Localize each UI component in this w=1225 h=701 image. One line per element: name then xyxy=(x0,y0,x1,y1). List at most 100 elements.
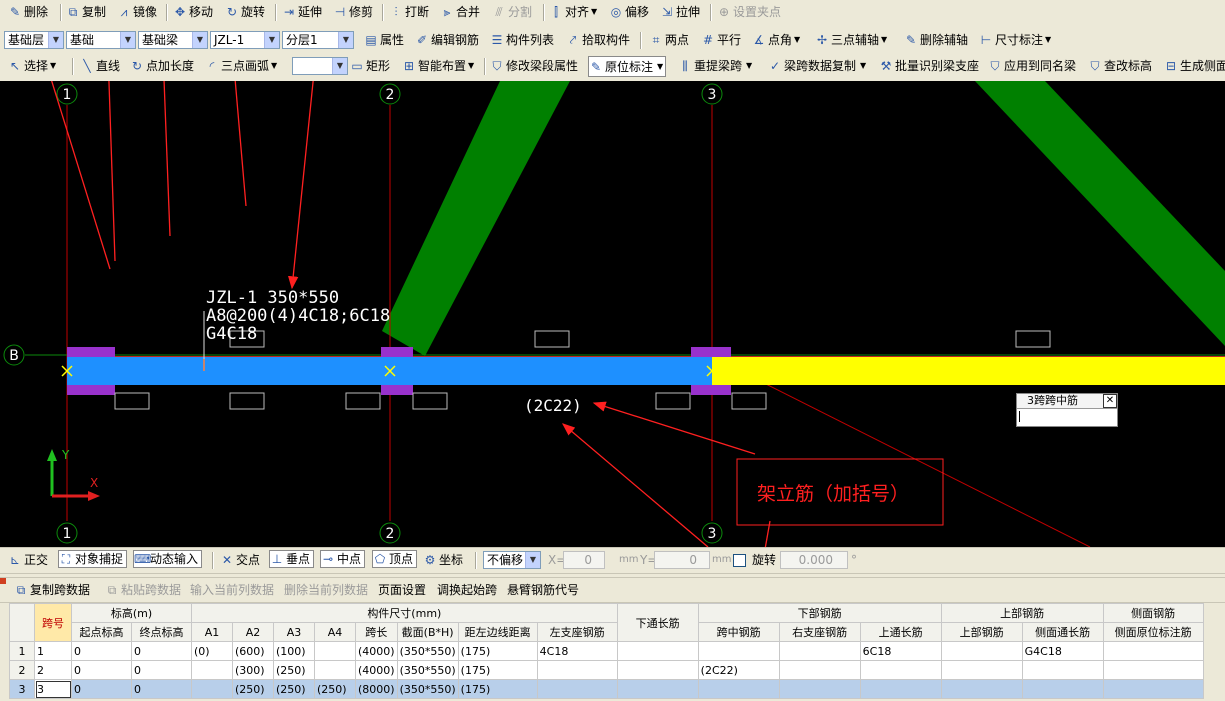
rect-button[interactable]: ▭ 矩形 xyxy=(350,57,390,75)
apply-icon: ⛉ xyxy=(990,59,1000,73)
rotate-button[interactable]: ↻ 旋转 xyxy=(225,3,265,21)
edit-rebar-button[interactable]: ✐ 编辑钢筋 xyxy=(415,31,479,49)
popup-input[interactable] xyxy=(1017,409,1117,423)
y-input[interactable]: 0 xyxy=(654,551,710,569)
extend-button[interactable]: ⇥ 延伸 xyxy=(282,3,322,21)
svg-text:Y: Y xyxy=(61,448,70,462)
offset-icon: ◎ xyxy=(610,5,622,19)
midpoint-icon: ⊸ xyxy=(322,552,334,566)
offset-mode-select[interactable]: 不偏移 ▼ xyxy=(483,551,541,569)
table-row[interactable]: 2 2 0 0 (300) (250) (4000) (350*550) (17… xyxy=(9,660,1204,680)
delete-button[interactable]: ✎ 删除 xyxy=(8,3,48,21)
mirror-button[interactable]: ⩘ 镜像 xyxy=(117,3,157,21)
statusbar: ⊾ 正交 ⛶ 对象捕捉 ⌨ 动态输入 ✕ 交点 ⊥ 垂点 ⊸ 中点 ⬠ 顶点 ⚙ 坐标 不偏移 ▼… xyxy=(0,547,1225,574)
col-mid-span: 跨中钢筋 xyxy=(697,622,780,642)
offset-button[interactable]: ◎ 偏移 xyxy=(609,3,649,21)
set-grip-button[interactable]: ⊕ 设置夹点 xyxy=(717,3,781,21)
intersection-icon: ✕ xyxy=(221,553,233,567)
axis-bubble-b: B xyxy=(3,344,25,366)
line-button[interactable]: ╲ 直线 xyxy=(80,57,120,75)
stretch-button[interactable]: ⇲ 拉伸 xyxy=(660,3,700,21)
category-select[interactable]: 基础 ▼ xyxy=(66,31,136,49)
pick-component-button[interactable]: ⤤ 拾取构件 xyxy=(566,31,630,49)
re-span-button[interactable]: ⫼ 重提梁跨 ▼ xyxy=(678,57,752,75)
properties-button[interactable]: ▤ 属性 xyxy=(364,31,404,49)
batch-identify-button[interactable]: ⚒ 批量识别梁支座 xyxy=(879,57,979,75)
smart-layout-button[interactable]: ⊞ 智能布置 ▼ xyxy=(402,57,474,75)
move-button[interactable]: ✥ 移动 xyxy=(173,3,213,21)
dynamic-input-toggle[interactable]: ⌨ 动态输入 xyxy=(133,550,203,568)
intersection-snap[interactable]: ✕ 交点 xyxy=(220,551,260,569)
copy-span-data-button[interactable]: ⧉ 复制跨数据 xyxy=(14,581,90,599)
merge-icon: ⫸ xyxy=(443,5,451,19)
merge-button[interactable]: ⫸ 合并 xyxy=(440,3,480,21)
picker-icon: ⤤ xyxy=(569,33,577,47)
select-button[interactable]: ↖ 选择 ▼ xyxy=(8,57,56,75)
cursor-icon: ↖ xyxy=(9,59,21,73)
trim-button[interactable]: ⊣ 修剪 xyxy=(333,3,373,21)
snap-icon: ⛶ xyxy=(61,552,71,566)
col-a1: A1 xyxy=(191,622,233,642)
rotate-checkbox[interactable]: 旋转 xyxy=(733,551,776,569)
perpendicular-icon: ⊥ xyxy=(271,552,283,566)
copy-span-data-button[interactable]: ✓ 梁跨数据复制 ▼ xyxy=(768,57,866,75)
rotate-input[interactable]: 0.000 xyxy=(780,551,848,569)
paste-span-data-button[interactable]: ⧉ 粘贴跨数据 xyxy=(105,581,181,599)
input-column-button[interactable]: 输入当前列数据 xyxy=(190,581,274,599)
dimension-button[interactable]: ⊢ 尺寸标注 ▼ xyxy=(979,31,1051,49)
align-button[interactable]: ⫿ 对齐 ▼ xyxy=(549,3,597,21)
beam-yellow[interactable] xyxy=(712,357,1225,385)
draw-mode-select[interactable]: ▼ xyxy=(292,57,348,75)
three-point-arc-button[interactable]: ◜ 三点画弧 ▼ xyxy=(205,57,278,75)
type-select[interactable]: 基础梁 ▼ xyxy=(138,31,208,49)
swap-start-span-button[interactable]: 调换起始跨 xyxy=(437,581,497,599)
col-span: 跨号 xyxy=(34,603,72,642)
gen-side-button[interactable]: ⊟ 生成侧面 xyxy=(1164,57,1225,75)
perpendicular-snap[interactable]: ⊥ 垂点 xyxy=(269,550,315,568)
floor-select[interactable]: 基础层 ▼ xyxy=(4,31,64,49)
vertex-snap[interactable]: ⬠ 顶点 xyxy=(372,550,418,568)
table-row[interactable]: 1 1 0 0 (0) (600) (100) (4000) (350*550)… xyxy=(9,641,1204,661)
delete-column-button[interactable]: 删除当前列数据 xyxy=(284,581,368,599)
col-top-rebar: 上部钢筋 xyxy=(940,603,1104,623)
point-length-button[interactable]: ↻ 点加长度 xyxy=(130,57,194,75)
component-select[interactable]: JZL-1 ▼ xyxy=(210,31,280,49)
coordinate-snap[interactable]: ⚙ 坐标 xyxy=(423,551,463,569)
popup-title-bar: 3跨跨中筋 ✕ xyxy=(1017,394,1117,409)
three-point-axis-button[interactable]: ✢ 三点辅轴 ▼ xyxy=(815,31,887,49)
parallel-icon: # xyxy=(702,33,714,47)
ortho-toggle[interactable]: ⊾ 正交 xyxy=(8,551,48,569)
drawing-canvas[interactable]: 1 1 2 2 3 3 B JZL-1 350*550 A8@200(4)4C1… xyxy=(0,81,1225,547)
chevron-down-icon: ▼ xyxy=(192,32,207,48)
copy-button[interactable]: ⧉ 复制 xyxy=(66,3,106,21)
break-button[interactable]: ⫶ 打断 xyxy=(389,3,429,21)
split-button[interactable]: ⫻ 分割 xyxy=(492,3,532,21)
midpoint-snap[interactable]: ⊸ 中点 xyxy=(320,550,366,568)
in-situ-popup[interactable]: 3跨跨中筋 ✕ xyxy=(1016,393,1118,427)
apply-same-button[interactable]: ⛉ 应用到同名梁 xyxy=(988,57,1076,75)
page-setup-button[interactable]: 页面设置 xyxy=(378,581,426,599)
component-list-button[interactable]: ☰ 构件列表 xyxy=(490,31,554,49)
point-angle-button[interactable]: ∡ 点角 ▼ xyxy=(752,31,801,49)
col-a4: A4 xyxy=(314,622,356,642)
parallel-axis-button[interactable]: # 平行 xyxy=(701,31,741,49)
chevron-down-icon: ▼ xyxy=(264,32,279,48)
move-icon: ✥ xyxy=(174,5,186,19)
beam-label-side: G4C18 xyxy=(206,324,257,344)
delete-axis-button[interactable]: ✎ 删除辅轴 xyxy=(904,31,968,49)
object-snap-toggle[interactable]: ⛶ 对象捕捉 xyxy=(58,550,128,568)
check-elevation-button[interactable]: ⛉ 查改标高 xyxy=(1088,57,1152,75)
table-row-selected[interactable]: 3 3 0 0 (250) (250) (250) (8000) (350*55… xyxy=(9,679,1204,699)
modify-span-button[interactable]: ⛉ 修改梁段属性 xyxy=(490,57,578,75)
corner-cell xyxy=(9,603,35,642)
col-side-through: 侧面通长筋 xyxy=(1021,622,1104,642)
close-icon[interactable]: ✕ xyxy=(1103,394,1117,408)
cantilever-code-button[interactable]: 悬臂钢筋代号 xyxy=(507,581,579,599)
layer-select[interactable]: 分层1 ▼ xyxy=(282,31,354,49)
in-situ-annotation-button[interactable]: ✎ 原位标注 ▼ xyxy=(588,56,667,77)
x-input[interactable]: 0 xyxy=(563,551,605,569)
two-point-axis-button[interactable]: ⌗ 两点 xyxy=(649,31,689,49)
align-icon: ⫿ xyxy=(554,5,558,19)
elevation-icon: ⛉ xyxy=(1090,59,1100,73)
panel-pin-icon[interactable] xyxy=(0,578,6,584)
